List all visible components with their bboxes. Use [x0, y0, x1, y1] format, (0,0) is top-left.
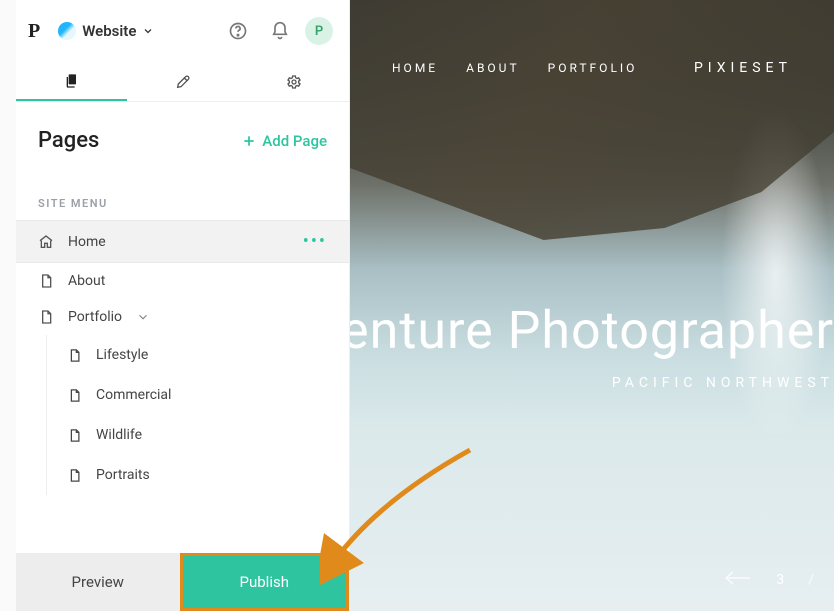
editor-sidebar: P Website P	[0, 0, 350, 611]
add-page-button[interactable]: Add Page	[242, 132, 327, 150]
brush-icon	[175, 74, 191, 90]
tab-design[interactable]	[127, 62, 238, 101]
user-avatar[interactable]: P	[305, 17, 333, 45]
page-icon	[67, 348, 82, 363]
site-name: Website	[82, 22, 136, 40]
chevron-down-icon	[142, 25, 154, 37]
page-label: Home	[68, 234, 106, 250]
hero-subtitle: PACIFIC NORTHWEST	[612, 375, 834, 391]
help-button[interactable]	[221, 14, 255, 48]
pages-header: Pages Add Page	[16, 102, 349, 171]
site-preview: HOME ABOUT PORTFOLIO PIXIESET Adventure …	[350, 0, 834, 611]
notifications-button[interactable]	[263, 14, 297, 48]
mode-tabs	[16, 62, 349, 102]
subpage-wildlife[interactable]: Wildlife	[53, 415, 349, 455]
nav-link-home[interactable]: HOME	[392, 61, 438, 75]
sidebar-inner: P Website P	[16, 0, 349, 611]
page-item-about[interactable]: About	[16, 263, 349, 299]
bell-icon	[270, 21, 290, 41]
chevron-down-icon	[136, 310, 150, 324]
home-icon	[38, 234, 54, 250]
bottom-actions: Preview Publish	[16, 553, 349, 611]
plus-icon	[242, 134, 256, 148]
gear-icon	[286, 74, 302, 90]
page-icon	[67, 428, 82, 443]
arrow-left-icon	[724, 569, 752, 587]
preview-button[interactable]: Preview	[16, 553, 180, 611]
topbar: P Website P	[16, 0, 349, 62]
page-item-home[interactable]: Home •••	[16, 220, 349, 263]
page-list: Home ••• About Portfolio Lifestyle Com	[16, 220, 349, 495]
page-icon	[67, 468, 82, 483]
add-page-label: Add Page	[262, 132, 327, 150]
subpage-portraits[interactable]: Portraits	[53, 455, 349, 495]
page-label: Portraits	[96, 467, 150, 483]
tab-pages[interactable]	[16, 62, 127, 101]
portfolio-subpages: Lifestyle Commercial Wildlife Portraits	[46, 335, 349, 495]
pages-title: Pages	[38, 128, 99, 153]
tab-settings[interactable]	[238, 62, 349, 101]
site-switcher[interactable]: Website	[58, 22, 154, 40]
pager-current: 3	[776, 572, 784, 588]
page-label: Wildlife	[96, 427, 142, 443]
prev-slide-button[interactable]	[724, 569, 752, 591]
globe-icon	[58, 22, 76, 40]
page-icon	[38, 309, 54, 325]
slide-pager: 3 /	[724, 569, 814, 591]
subpage-lifestyle[interactable]: Lifestyle	[53, 335, 349, 375]
hero-title: Adventure Photographer	[350, 300, 834, 361]
page-label: Commercial	[96, 387, 171, 403]
app-logo[interactable]: P	[28, 20, 50, 43]
help-icon	[228, 21, 248, 41]
site-nav: HOME ABOUT PORTFOLIO PIXIESET	[350, 60, 834, 76]
page-label: Lifestyle	[96, 347, 148, 363]
page-label: About	[68, 273, 105, 289]
publish-button[interactable]: Publish	[180, 553, 350, 611]
page-label: Portfolio	[68, 309, 122, 325]
nav-link-about[interactable]: ABOUT	[466, 61, 520, 75]
pages-icon	[64, 73, 80, 89]
page-item-portfolio[interactable]: Portfolio	[16, 299, 349, 335]
site-brand: PIXIESET	[694, 60, 792, 76]
pager-separator: /	[808, 572, 814, 588]
site-menu-label: SITE MENU	[16, 171, 349, 220]
page-icon	[38, 273, 54, 289]
subpage-commercial[interactable]: Commercial	[53, 375, 349, 415]
nav-link-portfolio[interactable]: PORTFOLIO	[548, 61, 638, 75]
page-actions-menu[interactable]: •••	[303, 231, 327, 252]
page-icon	[67, 388, 82, 403]
